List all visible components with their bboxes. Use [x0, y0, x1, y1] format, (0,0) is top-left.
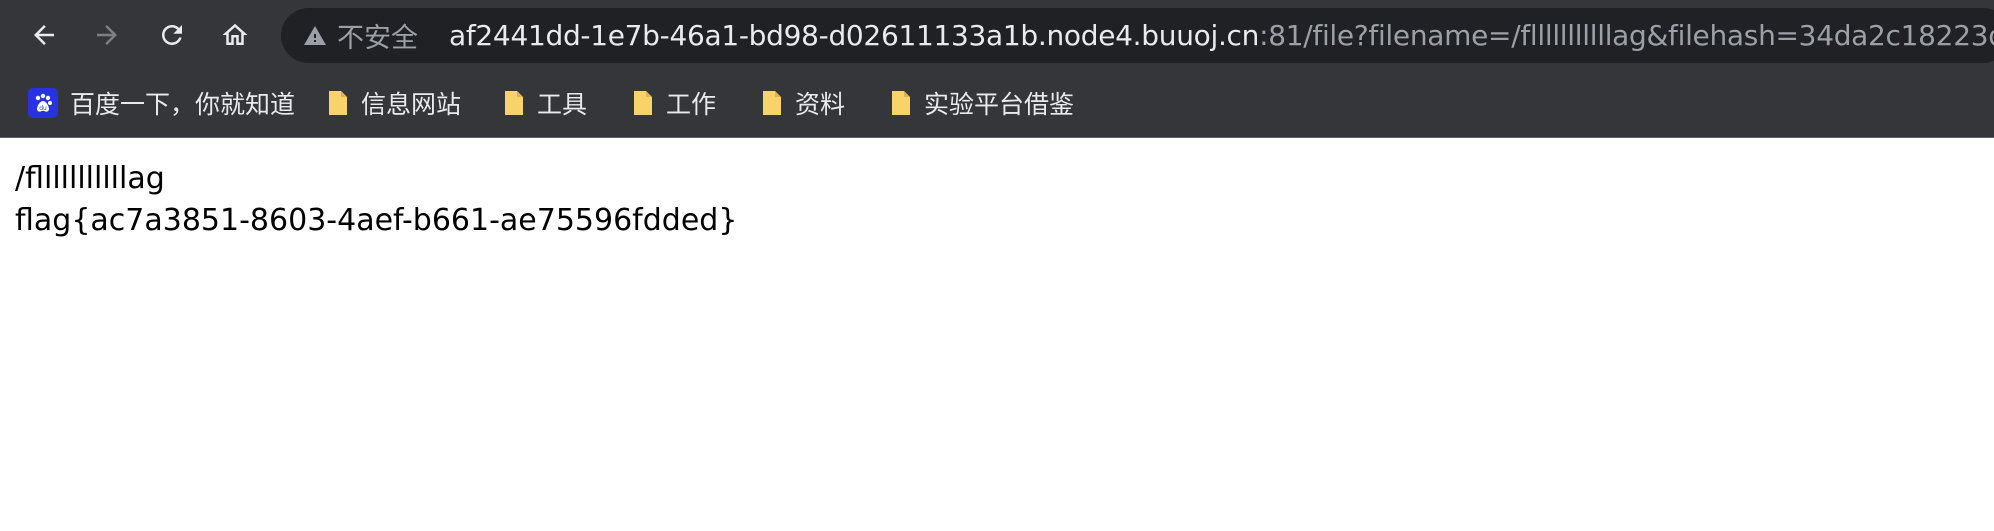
- url-host: af2441dd-1e7b-46a1-bd98-d02611133a1b.nod…: [449, 19, 1260, 52]
- reload-icon: [162, 25, 182, 45]
- folder-icon: [892, 91, 910, 115]
- bookmark-folder-info-sites[interactable]: 信息网站: [327, 84, 461, 122]
- address-bar[interactable]: 不安全 af2441dd-1e7b-46a1-bd98-d02611133a1b…: [281, 8, 1994, 63]
- bookmark-label: 工具: [537, 90, 588, 119]
- browser-toolbar: 不安全 af2441dd-1e7b-46a1-bd98-d02611133a1b…: [0, 0, 1994, 70]
- home-button[interactable]: [212, 12, 258, 58]
- bookmark-label: 工作: [666, 90, 717, 119]
- svg-text:du: du: [39, 105, 47, 112]
- bookmarks-bar: du 百度一下，你就知道 信息网站 工具 工作 资料 实验平台借鉴: [0, 70, 1994, 136]
- forward-button[interactable]: [84, 12, 130, 58]
- bookmark-folder-work[interactable]: 工作: [632, 84, 716, 122]
- folder-icon: [634, 91, 652, 115]
- bookmark-label: 信息网站: [361, 90, 462, 119]
- bookmark-label: 实验平台借鉴: [924, 90, 1075, 119]
- bookmark-baidu[interactable]: du 百度一下，你就知道: [28, 84, 295, 122]
- bookmark-label: 资料: [795, 90, 846, 119]
- browser-chrome: 不安全 af2441dd-1e7b-46a1-bd98-d02611133a1b…: [0, 0, 1994, 138]
- page-content: /flllllllllllag flag{ac7a3851-8603-4aef-…: [0, 138, 1994, 242]
- back-button[interactable]: [21, 12, 67, 58]
- folder-icon: [763, 91, 781, 115]
- forward-arrow-icon: [97, 25, 117, 45]
- back-arrow-icon: [34, 25, 54, 45]
- baidu-favicon-icon: du: [28, 88, 58, 118]
- bookmark-label: 百度一下，你就知道: [70, 90, 296, 119]
- flag-text: flag{ac7a3851-8603-4aef-b661-ae75596fdde…: [15, 203, 738, 238]
- file-path-text: /flllllllllllag: [15, 161, 165, 196]
- bookmark-folder-materials[interactable]: 资料: [761, 84, 845, 122]
- security-status-label[interactable]: 不安全: [337, 16, 418, 55]
- bookmark-folder-lab-platform[interactable]: 实验平台借鉴: [890, 84, 1074, 122]
- url-path: :81/file?filename=/flllllllllllag&fileha…: [1259, 19, 1994, 52]
- bookmark-folder-tools[interactable]: 工具: [503, 84, 587, 122]
- warning-triangle-icon[interactable]: [303, 23, 327, 49]
- home-icon: [222, 23, 248, 45]
- folder-icon: [505, 91, 523, 115]
- url-text[interactable]: af2441dd-1e7b-46a1-bd98-d02611133a1b.nod…: [449, 19, 1994, 52]
- reload-button[interactable]: [149, 12, 195, 58]
- folder-icon: [329, 91, 347, 115]
